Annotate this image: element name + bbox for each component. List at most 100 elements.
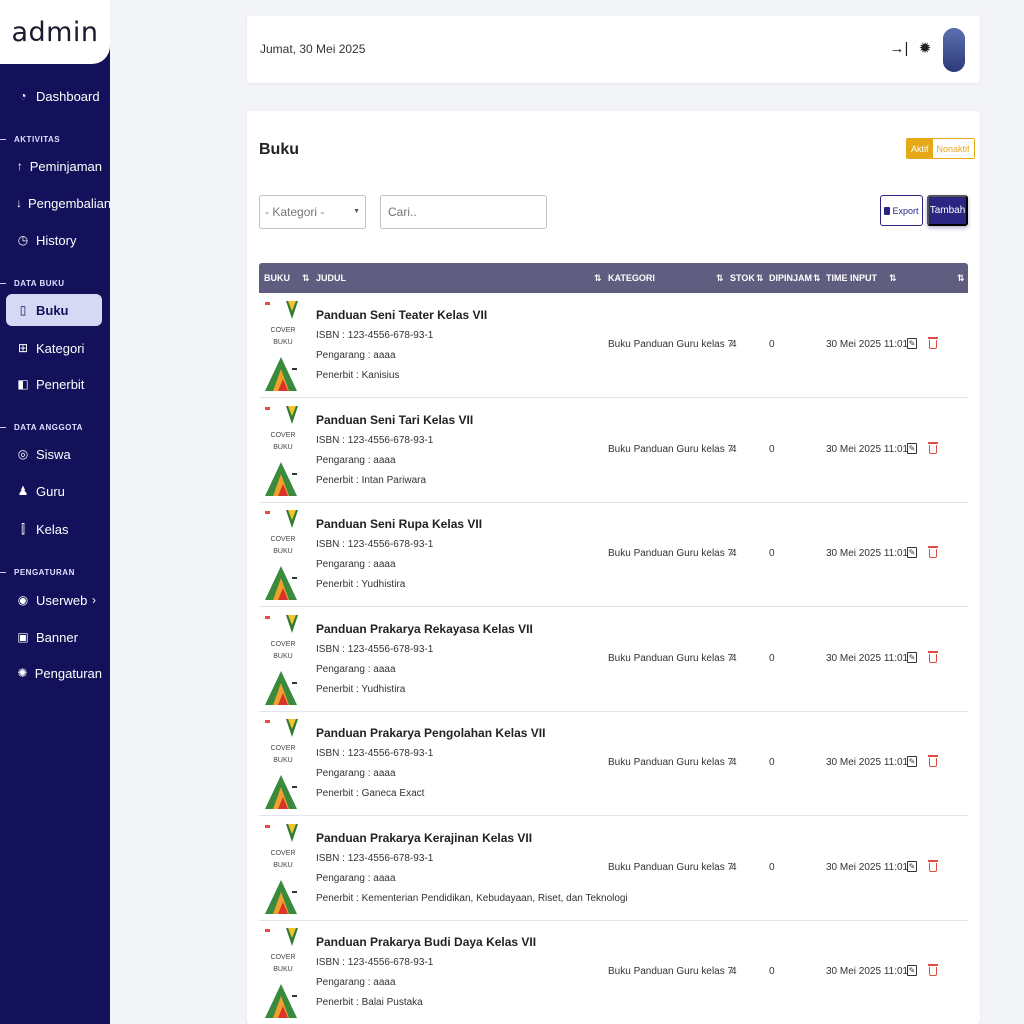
author-label: Pengarang : — [316, 559, 374, 570]
online-status-dot — [943, 28, 965, 72]
sort-icon[interactable]: ⇅ — [813, 263, 821, 293]
publisher-value: Balai Pustaka — [361, 997, 423, 1008]
delete-icon[interactable] — [928, 546, 938, 558]
book-icon: ▯ — [19, 303, 27, 317]
sidebar-item-siswa[interactable]: ◎ Siswa — [6, 438, 102, 470]
book-stock: 4 — [731, 757, 737, 768]
book-stock: 4 — [731, 339, 737, 350]
section-label: PENGATURAN — [14, 568, 75, 577]
trash-lid — [928, 755, 938, 757]
edit-icon[interactable]: ✎ — [907, 443, 917, 454]
book-isbn: ISBN : 123-4556-678-93-1 — [316, 539, 433, 550]
settings-icon: ✺ — [17, 666, 28, 680]
book-cover-image: COVER BUKU — [264, 508, 298, 602]
edit-icon[interactable]: ✎ — [907, 756, 917, 767]
author-value: aaaa — [373, 455, 396, 466]
sidebar-item-penerbit[interactable]: ◧ Penerbit — [6, 368, 102, 400]
trash-can — [929, 654, 937, 663]
cover-mark — [265, 616, 270, 619]
sidebar-item-label: Userweb — [36, 592, 88, 608]
sidebar-item-dashboard[interactable]: ◔ Dashboard — [6, 80, 102, 112]
toggle-nonaktif[interactable]: Nonaktif — [932, 139, 974, 158]
trash-lid — [928, 860, 938, 862]
edit-icon[interactable]: ✎ — [907, 861, 917, 872]
sidebar-item-guru[interactable]: ♟ Guru — [6, 475, 102, 507]
sidebar-item-buku[interactable]: ▯ Buku — [6, 294, 102, 326]
sidebar-item-history[interactable]: ◷ History — [6, 224, 102, 256]
edit-icon[interactable]: ✎ — [907, 965, 917, 976]
isbn-value: 123-4556-678-93-1 — [347, 853, 434, 864]
column-stok[interactable]: STOK — [730, 263, 755, 293]
cover-shape — [288, 510, 296, 520]
userweb-icon: ◉ — [17, 593, 29, 607]
book-title: Panduan Prakarya Rekayasa Kelas VII — [316, 622, 533, 636]
sidebar-item-kategori[interactable]: ⊞ Kategori — [6, 332, 102, 364]
edit-icon[interactable]: ✎ — [907, 547, 917, 558]
bug-icon[interactable]: ✹ — [915, 38, 935, 58]
edit-icon[interactable]: ✎ — [907, 652, 917, 663]
delete-icon[interactable] — [928, 442, 938, 454]
book-time-input: 30 Mei 2025 11:01 — [826, 653, 909, 664]
book-title: Panduan Seni Tari Kelas VII — [316, 413, 474, 427]
cover-shape — [288, 615, 296, 625]
edit-icon[interactable]: ✎ — [907, 338, 917, 349]
isbn-label: ISBN : — [316, 435, 348, 446]
sidebar-item-pengaturan[interactable]: ✺ Pengaturan — [6, 657, 102, 689]
search-input[interactable] — [380, 195, 547, 229]
section-dash — [0, 427, 6, 428]
book-title: Panduan Seni Rupa Kelas VII — [316, 517, 483, 531]
arrow-up-icon: ↑ — [16, 159, 23, 173]
book-time-input: 30 Mei 2025 11:01 — [826, 444, 909, 455]
tambah-button[interactable]: Tambah — [927, 195, 968, 226]
sidebar-item-pengembalian[interactable]: ↓ Pengembalian — [6, 187, 111, 219]
book-publisher: Penerbit : Yudhistira — [316, 684, 405, 695]
author-value: aaaa — [373, 977, 396, 988]
delete-icon[interactable] — [928, 964, 938, 976]
book-category: Buku Panduan Guru kelas 7 — [608, 653, 734, 664]
delete-icon[interactable] — [928, 755, 938, 767]
table-row: COVER BUKU Panduan Seni Rupa Kelas VII ISB… — [259, 503, 968, 607]
sidebar-item-peminjaman[interactable]: ↑ Peminjaman — [6, 150, 102, 182]
column-time-input[interactable]: TIME INPUT — [826, 263, 877, 293]
author-value: aaaa — [373, 559, 396, 570]
book-list-card: Buku Aktif Nonaktif - Kategori - ▼ Expor… — [247, 111, 980, 1024]
column-kategori[interactable]: KATEGORI — [608, 263, 655, 293]
delete-icon[interactable] — [928, 337, 938, 349]
trash-lid — [928, 442, 938, 444]
sort-icon[interactable]: ⇅ — [957, 263, 965, 293]
table-row: COVER BUKU Panduan Prakarya Budi Daya Kel… — [259, 921, 968, 1024]
export-button[interactable]: Export — [880, 195, 923, 226]
cover-shape — [278, 484, 288, 496]
book-stock: 4 — [731, 653, 737, 664]
sort-icon[interactable]: ⇅ — [716, 263, 724, 293]
column-dipinjam[interactable]: DIPINJAM — [769, 263, 812, 293]
publisher-value: Kementerian Pendidikan, Kebudayaan, Rise… — [361, 893, 628, 904]
book-title: Panduan Prakarya Budi Daya Kelas VII — [316, 935, 537, 949]
brand-logo[interactable]: admin — [0, 0, 110, 64]
sidebar-item-banner[interactable]: ▣ Banner — [6, 621, 102, 653]
sidebar-item-kelas[interactable]: ⫿ Kelas — [6, 513, 102, 545]
trash-lid — [928, 651, 938, 653]
sort-icon[interactable]: ⇅ — [889, 263, 897, 293]
book-time-input: 30 Mei 2025 11:01 — [826, 339, 909, 350]
kategori-select[interactable]: - Kategori - ▼ — [259, 195, 366, 229]
kategori-select-value: - Kategori - — [265, 205, 325, 219]
sidebar-toggle-icon[interactable]: →| — [889, 38, 909, 58]
trash-can — [929, 758, 937, 767]
sidebar-item-label: Guru — [36, 483, 65, 499]
column-buku[interactable]: BUKU — [264, 263, 290, 293]
book-title: Panduan Seni Teater Kelas VII — [316, 308, 488, 322]
author-value: aaaa — [373, 664, 396, 675]
sidebar-item-userweb[interactable]: ◉ Userweb › — [6, 584, 102, 616]
sort-icon[interactable]: ⇅ — [302, 263, 310, 293]
delete-icon[interactable] — [928, 651, 938, 663]
trash-can — [929, 445, 937, 454]
sort-icon[interactable]: ⇅ — [594, 263, 602, 293]
book-time-input: 30 Mei 2025 11:01 — [826, 757, 909, 768]
delete-icon[interactable] — [928, 860, 938, 872]
cover-mark — [265, 720, 270, 723]
toggle-aktif[interactable]: Aktif — [907, 139, 933, 158]
sort-icon[interactable]: ⇅ — [756, 263, 764, 293]
column-judul[interactable]: JUDUL — [316, 263, 346, 293]
isbn-value: 123-4556-678-93-1 — [347, 539, 434, 550]
